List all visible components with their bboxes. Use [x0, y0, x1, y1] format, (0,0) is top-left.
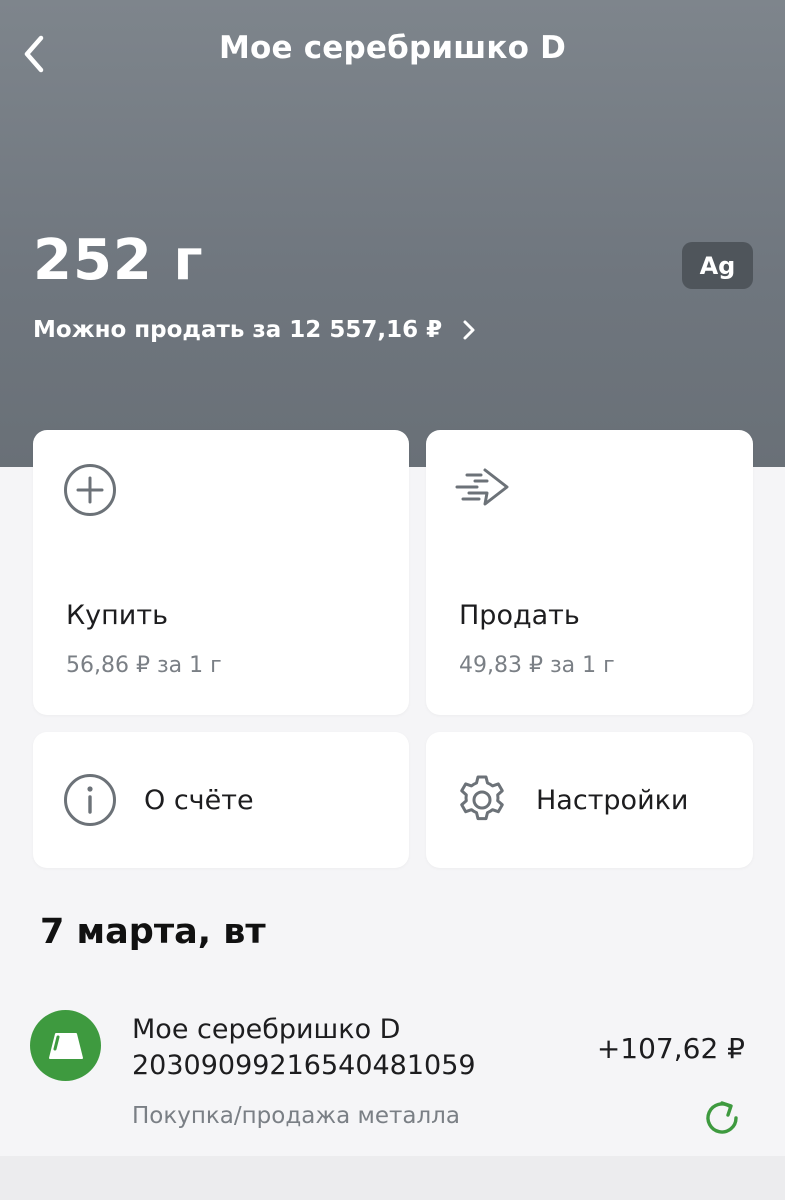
- about-account-card[interactable]: О счёте: [33, 732, 409, 868]
- transaction-title: Мое серебришко D 20309099216540481059: [132, 1014, 476, 1081]
- buy-card[interactable]: Купить 56,86 ₽ за 1 г: [33, 430, 409, 715]
- sell-value-text: Можно продать за 12 557,16 ₽: [33, 317, 443, 343]
- settings-card[interactable]: Настройки: [426, 732, 753, 868]
- about-account-row: О счёте: [62, 732, 254, 868]
- transaction-row[interactable]: Мое серебришко D 20309099216540481059 По…: [0, 990, 785, 1156]
- date-heading: 7 марта, вт: [40, 912, 266, 952]
- transaction-category: Покупка/продажа металла: [132, 1103, 460, 1129]
- about-account-label: О счёте: [144, 784, 254, 816]
- sell-label: Продать: [459, 600, 580, 631]
- transaction-amount: +107,62 ₽: [596, 1032, 745, 1065]
- metal-badge: Ag: [682, 242, 753, 289]
- balance-amount: 252 г: [33, 228, 204, 293]
- page-title: Мое серебришко D: [218, 30, 567, 66]
- settings-label: Настройки: [536, 784, 689, 816]
- sell-card[interactable]: Продать 49,83 ₽ за 1 г: [426, 430, 753, 715]
- sell-price: 49,83 ₽ за 1 г: [459, 653, 615, 678]
- repeat-icon[interactable]: [700, 1096, 744, 1140]
- account-header: Мое серебришко D 252 г Ag Можно продать …: [0, 0, 785, 467]
- gear-icon: [460, 775, 504, 821]
- arrow-right-icon: [455, 468, 509, 506]
- sell-value-link[interactable]: Можно продать за 12 557,16 ₽: [33, 317, 476, 343]
- info-icon: [64, 774, 116, 826]
- list-bottom-divider: [0, 1156, 785, 1200]
- buy-price: 56,86 ₽ за 1 г: [66, 653, 222, 678]
- chevron-right-icon: [463, 320, 475, 340]
- plus-circle-icon: [64, 464, 116, 516]
- buy-label: Купить: [66, 600, 168, 631]
- settings-row: Настройки: [456, 732, 688, 868]
- metal-account-icon: [30, 1010, 101, 1081]
